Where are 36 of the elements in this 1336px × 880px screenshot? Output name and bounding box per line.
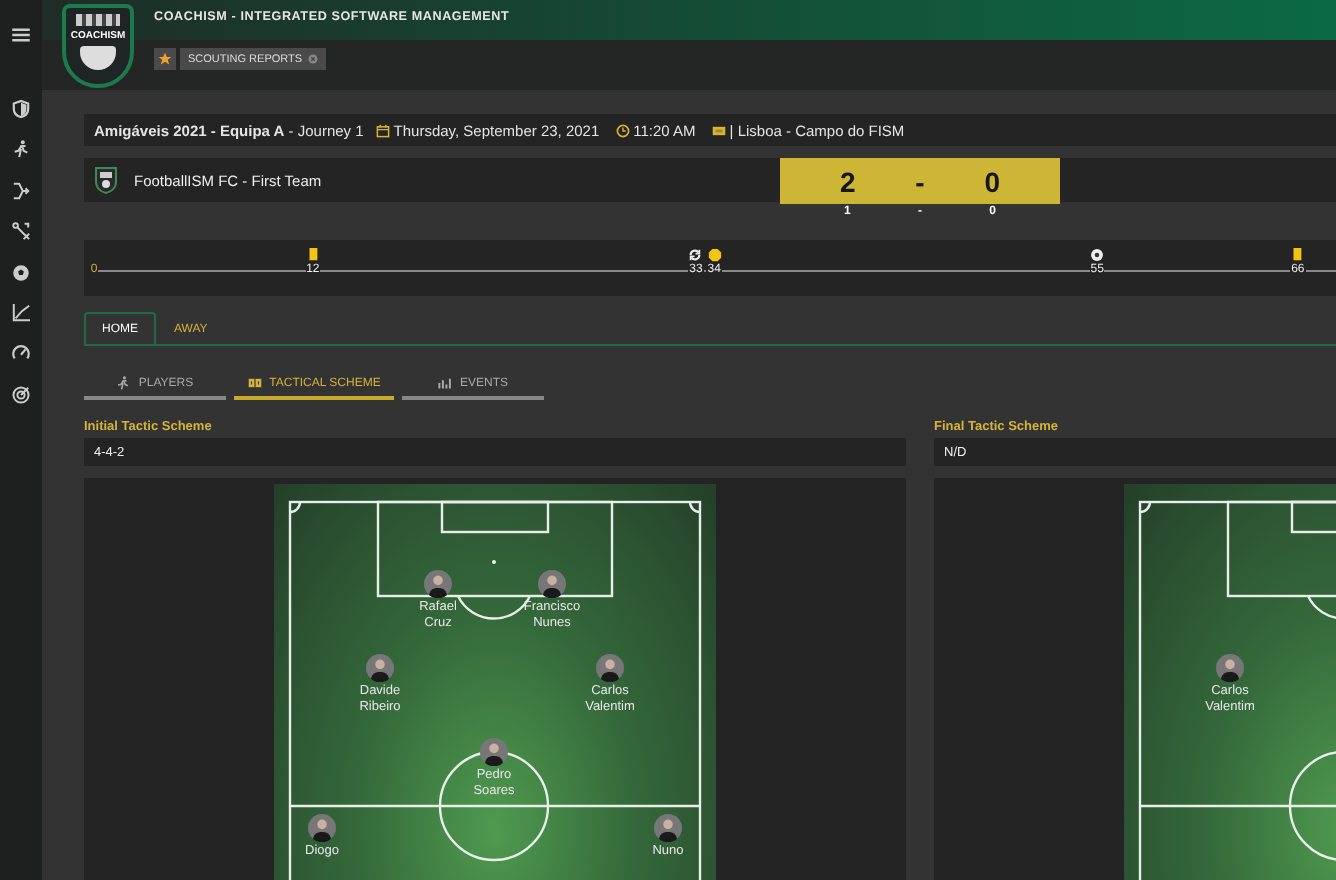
shield-icon[interactable] <box>12 100 30 118</box>
branch-icon[interactable] <box>12 181 30 200</box>
clock-icon <box>615 123 630 137</box>
ball-icon <box>1090 248 1105 262</box>
card-icon <box>305 248 320 262</box>
crest-shield-icon <box>80 46 116 70</box>
tactics-board-icon <box>247 376 262 390</box>
score-text: 0 <box>984 165 1000 197</box>
hexagon-icon <box>707 248 722 262</box>
score-text: 2 <box>840 165 856 197</box>
bar-chart-icon <box>437 376 452 390</box>
player-avatar[interactable] <box>538 570 566 598</box>
ball-icon[interactable] <box>12 263 30 282</box>
card-icon <box>1290 248 1305 262</box>
chart-icon[interactable] <box>12 303 30 322</box>
runner-icon <box>116 376 131 390</box>
substitution-icon <box>688 248 703 262</box>
favorite-button[interactable] <box>154 48 176 70</box>
close-icon[interactable] <box>308 54 319 64</box>
calendar-icon <box>375 123 390 137</box>
tactics-icon[interactable] <box>12 222 30 241</box>
player-avatar[interactable] <box>424 570 452 598</box>
gauge-icon[interactable] <box>12 344 30 363</box>
player-avatar[interactable] <box>596 654 624 682</box>
team-crest-icon <box>94 166 118 194</box>
player-avatar[interactable] <box>480 738 508 766</box>
runner-icon[interactable] <box>12 140 30 159</box>
player-avatar[interactable] <box>308 814 336 842</box>
player-avatar[interactable] <box>366 654 394 682</box>
target-icon[interactable] <box>12 385 30 404</box>
player-avatar[interactable] <box>654 814 682 842</box>
crest-stripes-icon <box>76 14 120 26</box>
score-text: - <box>915 165 925 197</box>
player-avatar[interactable] <box>1216 654 1244 682</box>
menu-icon[interactable] <box>12 28 30 42</box>
stadium-icon <box>711 123 726 137</box>
